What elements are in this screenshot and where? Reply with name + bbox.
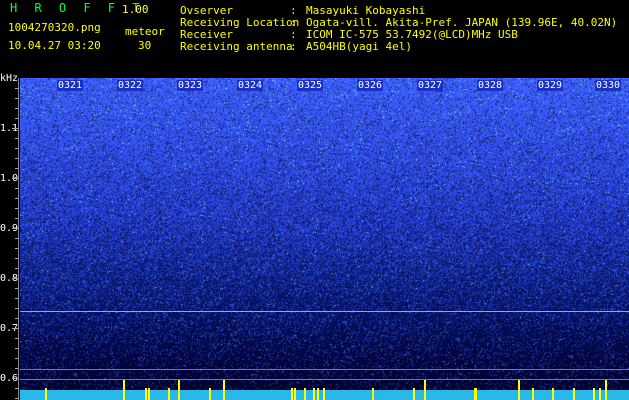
y-axis-tick	[15, 288, 18, 289]
y-axis-tick	[12, 378, 18, 379]
meteor-marker	[313, 388, 315, 400]
y-axis-tick	[15, 88, 18, 89]
y-tick-label: 0.8	[0, 273, 19, 284]
y-axis	[18, 78, 19, 400]
y-axis-tick	[12, 328, 18, 329]
y-axis-tick	[15, 208, 18, 209]
meteor-marker	[317, 388, 319, 400]
meteor-marker	[573, 388, 575, 400]
carrier-line	[20, 311, 629, 312]
meteor-marker	[178, 380, 180, 400]
y-axis-tick	[15, 348, 18, 349]
meteor-marker	[168, 388, 170, 400]
y-axis-tick	[15, 298, 18, 299]
meteor-marker	[145, 388, 147, 400]
x-tick-label: 0328	[477, 80, 504, 91]
meteor-marker	[605, 380, 607, 400]
y-tick-label: 0.6	[0, 373, 19, 384]
y-axis-tick	[12, 128, 18, 129]
meteor-marker	[123, 380, 125, 400]
y-axis-tick	[15, 318, 18, 319]
antenna-label: Receiving antenna	[180, 40, 293, 53]
y-axis-tick	[15, 398, 18, 399]
y-axis-tick	[15, 188, 18, 189]
y-axis-tick	[12, 228, 18, 229]
y-axis-tick	[15, 148, 18, 149]
meteor-count: 30	[138, 39, 152, 52]
y-axis-tick	[15, 248, 18, 249]
y-axis-tick	[15, 98, 18, 99]
meteor-marker	[148, 388, 150, 400]
y-axis-tick	[15, 238, 18, 239]
info-separator: :	[290, 40, 297, 53]
meteor-marker	[45, 388, 47, 400]
meteor-marker	[304, 388, 306, 400]
y-axis-tick	[15, 308, 18, 309]
y-axis-tick	[15, 358, 18, 359]
x-tick-label: 0323	[177, 80, 204, 91]
y-tick-label: 1.0	[0, 173, 19, 184]
y-tick-label: 0.9	[0, 223, 19, 234]
reference-line	[20, 379, 629, 380]
x-tick-label: 0321	[57, 80, 84, 91]
x-tick-label: 0324	[237, 80, 264, 91]
y-tick-label: 1.1	[0, 123, 19, 134]
y-axis-tick	[15, 138, 18, 139]
meteor-marker	[291, 388, 293, 400]
x-tick-label: 0330	[595, 80, 622, 91]
y-axis-unit: kHz	[0, 73, 19, 84]
y-axis-tick	[15, 388, 18, 389]
y-axis-tick	[15, 158, 18, 159]
y-axis-tick	[15, 108, 18, 109]
y-axis-tick	[15, 258, 18, 259]
x-tick-label: 0326	[357, 80, 384, 91]
y-axis-tick	[15, 168, 18, 169]
spectrogram-noise	[20, 78, 629, 400]
meteor-marker	[518, 380, 520, 400]
x-tick-label: 0325	[297, 80, 324, 91]
y-axis-tick	[15, 198, 18, 199]
y-axis-tick	[15, 368, 18, 369]
y-axis-tick	[12, 278, 18, 279]
reference-line	[20, 369, 629, 370]
y-axis-tick	[15, 218, 18, 219]
meteor-marker	[424, 380, 426, 400]
meteor-marker	[475, 388, 477, 400]
y-axis-tick	[15, 118, 18, 119]
x-tick-label: 0329	[537, 80, 564, 91]
meteor-marker	[372, 388, 374, 400]
y-axis-tick	[12, 178, 18, 179]
meteor-marker	[532, 388, 534, 400]
meteor-marker	[294, 388, 296, 400]
x-tick-label: 0327	[417, 80, 444, 91]
timestamp: 10.04.27 03:20	[8, 39, 101, 52]
meteor-marker	[552, 388, 554, 400]
meteor-marker	[593, 388, 595, 400]
antenna-value: A504HB(yagi 4el)	[306, 40, 412, 53]
spectrogram	[20, 78, 629, 400]
meteor-label: meteor	[125, 25, 165, 38]
meteor-marker	[209, 388, 211, 400]
y-axis-tick	[15, 338, 18, 339]
meteor-marker	[413, 388, 415, 400]
meteor-marker	[323, 388, 325, 400]
x-tick-label: 0322	[117, 80, 144, 91]
y-tick-label: 0.7	[0, 323, 19, 334]
y-axis-tick	[15, 268, 18, 269]
spectrogram-window: H R O F F T 1.00 1004270320.png 10.04.27…	[0, 0, 629, 400]
file-name: 1004270320.png	[8, 21, 101, 34]
app-version: 1.00	[122, 3, 149, 16]
meteor-marker	[223, 380, 225, 400]
meteor-marker	[599, 388, 601, 400]
